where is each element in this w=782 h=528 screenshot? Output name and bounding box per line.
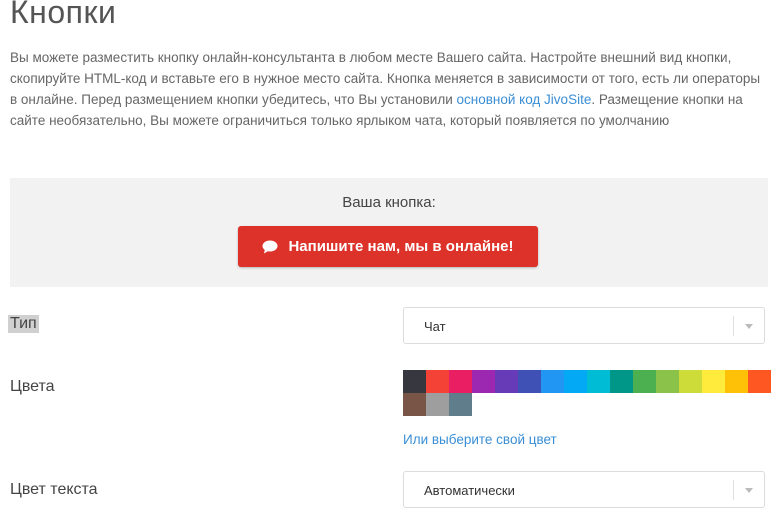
- color-swatch[interactable]: [403, 370, 426, 393]
- color-swatch[interactable]: [564, 370, 587, 393]
- color-swatch[interactable]: [633, 370, 656, 393]
- button-preview-panel: Ваша кнопка: Напишите нам, мы в онлайне!: [10, 178, 768, 287]
- color-swatch[interactable]: [656, 370, 679, 393]
- chat-bubble-icon: [262, 240, 278, 253]
- type-select-value: Чат: [424, 319, 446, 334]
- color-swatch[interactable]: [702, 370, 725, 393]
- chat-button-label: Напишите нам, мы в онлайне!: [288, 238, 514, 255]
- color-swatch[interactable]: [610, 370, 633, 393]
- colors-label: Цвета: [10, 378, 55, 395]
- type-label: Тип: [8, 315, 39, 333]
- page-title: Кнопки: [10, 0, 117, 30]
- type-select[interactable]: Чат: [403, 307, 765, 344]
- color-swatch[interactable]: [587, 370, 610, 393]
- page-description: Вы можете разместить кнопку онлайн-консу…: [10, 47, 770, 131]
- select-separator: [733, 480, 734, 500]
- chevron-down-icon[interactable]: [745, 488, 753, 493]
- text-color-select-value: Автоматически: [424, 483, 515, 498]
- chevron-down-icon[interactable]: [745, 324, 753, 329]
- color-swatch[interactable]: [472, 370, 495, 393]
- color-swatch[interactable]: [426, 370, 449, 393]
- custom-color-link[interactable]: Или выберите свой цвет: [403, 432, 557, 447]
- color-swatch[interactable]: [403, 393, 426, 416]
- select-separator: [733, 316, 734, 336]
- color-swatch[interactable]: [725, 370, 748, 393]
- text-color-select[interactable]: Автоматически: [403, 471, 765, 508]
- color-swatch[interactable]: [449, 370, 472, 393]
- chat-button-preview[interactable]: Напишите нам, мы в онлайне!: [238, 226, 538, 267]
- color-swatch[interactable]: [518, 370, 541, 393]
- text-color-label: Цвет текста: [10, 481, 98, 498]
- color-swatch[interactable]: [679, 370, 702, 393]
- color-swatch[interactable]: [495, 370, 518, 393]
- install-code-link[interactable]: основной код JivoSite: [457, 92, 592, 107]
- color-swatch[interactable]: [449, 393, 472, 416]
- color-swatch[interactable]: [748, 370, 771, 393]
- color-swatch[interactable]: [426, 393, 449, 416]
- color-swatch[interactable]: [541, 370, 564, 393]
- color-swatches: [403, 370, 771, 416]
- preview-label: Ваша кнопка:: [342, 194, 436, 211]
